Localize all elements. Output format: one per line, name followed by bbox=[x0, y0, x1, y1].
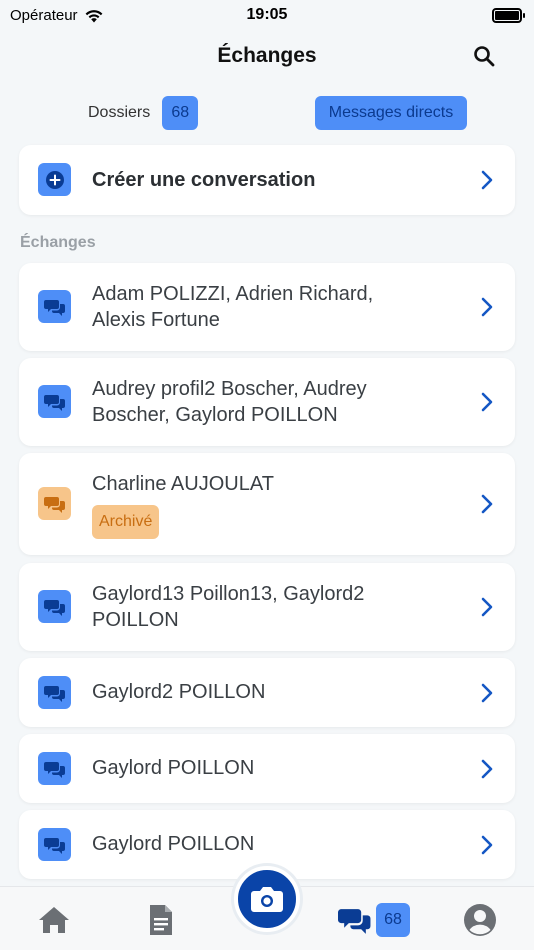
chat-bubbles-icon bbox=[38, 752, 71, 785]
document-icon bbox=[150, 905, 172, 935]
tab-dossiers[interactable]: Dossiers 68 bbox=[88, 96, 199, 130]
create-conversation-label: Créer une conversation bbox=[92, 169, 316, 191]
camera-icon bbox=[251, 887, 283, 912]
tab-dossiers-label: Dossiers bbox=[88, 104, 151, 121]
participants-line-2: Alexis Fortune bbox=[92, 309, 220, 331]
conversation-item[interactable]: Gaylord13 Poillon13, Gaylord2 POILLON bbox=[19, 563, 515, 651]
status-bar: Opérateur 19:05 bbox=[0, 0, 534, 30]
tab-messages[interactable]: 68 bbox=[334, 903, 414, 937]
chat-bubbles-icon bbox=[38, 828, 71, 861]
conversation-item[interactable]: Audrey profil2 Boscher, Audrey Boscher, … bbox=[19, 358, 515, 446]
dossiers-count-badge: 68 bbox=[162, 96, 199, 130]
chat-bubbles-icon bbox=[38, 290, 71, 323]
nav-bar: Échanges bbox=[0, 34, 534, 78]
home-icon bbox=[39, 907, 69, 933]
segment-control: Dossiers 68 Messages directs bbox=[0, 96, 534, 132]
participants-line-1: Audrey profil2 Boscher, Audrey bbox=[92, 378, 367, 400]
carrier-label: Opérateur bbox=[10, 6, 78, 24]
conversation-participants: Gaylord13 Poillon13, Gaylord2 POILLON bbox=[92, 581, 455, 633]
profile-icon bbox=[464, 904, 496, 936]
wifi-icon bbox=[85, 9, 102, 22]
camera-button[interactable] bbox=[234, 866, 300, 932]
conversation-item-archived[interactable]: Charline AUJOULAT Archivé bbox=[19, 453, 515, 555]
conversation-participants: Audrey profil2 Boscher, Audrey Boscher, … bbox=[92, 376, 455, 428]
tab-home[interactable] bbox=[36, 903, 72, 937]
battery-icon bbox=[492, 7, 525, 23]
chevron-right-icon bbox=[478, 391, 496, 413]
archived-badge: Archivé bbox=[92, 505, 160, 539]
chevron-right-icon bbox=[478, 296, 496, 318]
conversation-participants: Charline AUJOULAT Archivé bbox=[92, 471, 455, 539]
status-left: Opérateur bbox=[10, 7, 104, 24]
conversation-item[interactable]: Gaylord POILLON bbox=[19, 734, 515, 803]
chevron-right-icon bbox=[478, 596, 496, 618]
participants-line-2: POILLON bbox=[92, 609, 179, 631]
section-label: Échanges bbox=[20, 234, 96, 251]
messages-count-badge: 68 bbox=[376, 903, 410, 937]
chevron-right-icon bbox=[478, 682, 496, 704]
participants-line-1: Charline AUJOULAT bbox=[92, 473, 274, 495]
chat-bubbles-icon bbox=[38, 676, 71, 709]
plus-circle-icon bbox=[38, 163, 71, 196]
chat-bubbles-icon bbox=[38, 590, 71, 623]
conversation-item[interactable]: Gaylord2 POILLON bbox=[19, 658, 515, 727]
tab-profile[interactable] bbox=[462, 903, 498, 937]
chat-bubbles-icon bbox=[338, 909, 371, 934]
tab-direct-messages[interactable]: Messages directs bbox=[315, 96, 467, 130]
create-conversation-button[interactable]: Créer une conversation bbox=[19, 145, 515, 215]
search-icon bbox=[474, 46, 495, 67]
tab-documents[interactable] bbox=[146, 903, 176, 937]
conversation-item[interactable]: Adam POLIZZI, Adrien Richard, Alexis For… bbox=[19, 263, 515, 351]
conversation-participants: Adam POLIZZI, Adrien Richard, Alexis For… bbox=[92, 281, 455, 333]
participants-line-1: Gaylord13 Poillon13, Gaylord2 bbox=[92, 583, 365, 605]
conversation-participants: Gaylord POILLON bbox=[92, 757, 255, 779]
conversation-participants: Gaylord POILLON bbox=[92, 833, 255, 855]
chevron-right-icon bbox=[478, 834, 496, 856]
chat-bubbles-icon bbox=[38, 487, 71, 520]
page-title: Échanges bbox=[217, 44, 317, 67]
chevron-right-icon bbox=[478, 758, 496, 780]
chevron-right-icon bbox=[478, 169, 496, 191]
participants-line-1: Adam POLIZZI, Adrien Richard, bbox=[92, 283, 374, 305]
search-button[interactable] bbox=[470, 42, 498, 70]
participants-line-2: Boscher, Gaylord POILLON bbox=[92, 404, 338, 426]
conversation-participants: Gaylord2 POILLON bbox=[92, 681, 266, 703]
chat-bubbles-icon bbox=[38, 385, 71, 418]
chevron-right-icon bbox=[478, 493, 496, 515]
